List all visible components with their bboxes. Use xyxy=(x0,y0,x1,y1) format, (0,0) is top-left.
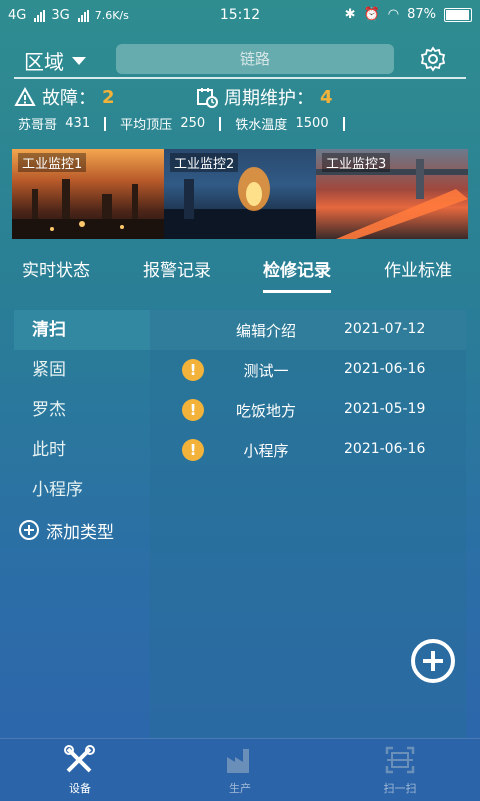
region-label: 区域 xyxy=(24,50,64,74)
add-type-label: 添加类型 xyxy=(46,522,114,543)
stat-value: 250 xyxy=(180,116,206,131)
stat-separator xyxy=(219,116,222,131)
camera-thumbnail[interactable]: 工业监控3 xyxy=(316,149,468,239)
tab-alarm-records[interactable]: 报警记录 xyxy=(143,256,211,281)
fault-count: 2 xyxy=(102,86,115,108)
record-date: 2021-07-12 xyxy=(344,321,426,337)
record-row[interactable]: ! 测试一 2021-06-16 xyxy=(150,350,466,390)
camera-thumbnail[interactable]: 工业监控2 xyxy=(164,149,316,239)
stat-label: 苏哥哥 xyxy=(18,118,58,133)
record-date: 2021-06-16 xyxy=(344,361,426,377)
camera-strip: 工业监控1 工业监控2 工业监控3 xyxy=(12,149,468,239)
scan-icon xyxy=(385,746,415,774)
stat-label: 平均顶压 xyxy=(120,118,173,133)
bottom-nav: 设备 生产 扫一扫 xyxy=(0,738,480,801)
stat-label: 铁水温度 xyxy=(235,118,288,133)
record-name: 吃饭地方 xyxy=(235,402,296,420)
chevron-down-icon xyxy=(72,56,86,65)
camera-label: 工业监控1 xyxy=(18,153,87,172)
tab-label: 报警记录 xyxy=(143,261,211,281)
nav-equipment[interactable]: 设备 xyxy=(40,745,120,796)
record-row[interactable]: 编辑介绍 2021-07-12 xyxy=(150,310,466,350)
fault-item[interactable]: 故障： 2 xyxy=(14,84,115,110)
camera-label: 工业监控3 xyxy=(322,153,391,172)
alarm-icon: ⏰ xyxy=(363,7,380,22)
active-tab-indicator xyxy=(263,290,331,293)
record-date: 2021-06-16 xyxy=(344,441,426,457)
nav-production[interactable]: 生产 xyxy=(200,745,280,796)
add-type-button[interactable]: 添加类型 xyxy=(14,510,150,550)
tab-label: 作业标准 xyxy=(384,261,452,281)
battery-percent: 87% xyxy=(407,7,436,22)
region-dropdown[interactable]: 区域 xyxy=(24,46,86,75)
maintenance-count: 4 xyxy=(320,86,333,108)
maintenance-item[interactable]: 周期维护： 4 xyxy=(196,84,333,110)
record-row[interactable]: ! 吃饭地方 2021-05-19 xyxy=(150,390,466,430)
category-item[interactable]: 清扫 xyxy=(14,310,150,350)
nav-label: 扫一扫 xyxy=(383,782,417,795)
alert-icon: ! xyxy=(182,439,204,461)
status-bar: 4G 3G 7.6K/s 15:12 ✱ ⏰ ◠ 87% xyxy=(0,0,480,32)
stat-separator xyxy=(104,116,107,131)
record-name: 编辑介绍 xyxy=(235,322,296,340)
camera-thumbnail[interactable]: 工业监控1 xyxy=(12,149,164,239)
search-input[interactable]: 链路 xyxy=(116,44,394,74)
tab-work-standards[interactable]: 作业标准 xyxy=(384,256,452,281)
tab-label: 检修记录 xyxy=(263,261,331,281)
bluetooth-icon: ✱ xyxy=(344,7,356,22)
calendar-clock-icon xyxy=(197,88,218,108)
stat-value: 431 xyxy=(65,116,91,131)
tab-maintenance-records[interactable]: 检修记录 xyxy=(263,256,331,293)
tab-label: 实时状态 xyxy=(22,261,90,281)
nav-scan[interactable]: 扫一扫 xyxy=(360,745,440,796)
record-name: 测试一 xyxy=(243,362,289,380)
tools-icon xyxy=(64,745,95,773)
fault-summary: 故障： 2 周期维护： 4 xyxy=(14,84,466,112)
battery-icon xyxy=(444,7,472,22)
top-bar: 区域 链路 xyxy=(0,40,480,78)
plus-circle-icon xyxy=(19,520,39,540)
category-item[interactable]: 此时 xyxy=(14,430,150,470)
record-row[interactable]: ! 小程序 2021-06-16 xyxy=(150,430,466,470)
alert-icon: ! xyxy=(182,359,204,381)
alert-icon: ! xyxy=(182,399,204,421)
wifi-icon: ◠ xyxy=(387,7,400,22)
tab-bar: 实时状态 报警记录 检修记录 作业标准 xyxy=(0,250,480,294)
stats-row: 苏哥哥 431 平均顶压 250 铁水温度 1500 xyxy=(18,114,359,133)
category-item[interactable]: 罗杰 xyxy=(14,390,150,430)
fault-label: 故障： xyxy=(42,88,96,109)
add-record-button[interactable] xyxy=(410,638,456,684)
nav-label: 设备 xyxy=(69,782,91,795)
maintenance-label: 周期维护： xyxy=(224,88,314,109)
warning-icon xyxy=(14,87,36,106)
stat-value: 1500 xyxy=(295,116,329,131)
camera-label: 工业监控2 xyxy=(170,153,239,172)
factory-icon xyxy=(227,749,249,773)
record-name: 小程序 xyxy=(243,442,289,460)
gear-icon[interactable] xyxy=(420,46,446,72)
record-date: 2021-05-19 xyxy=(344,401,426,417)
header-divider xyxy=(14,77,466,79)
stat-separator xyxy=(342,116,345,131)
category-list: 清扫 紧固 罗杰 此时 小程序 添加类型 xyxy=(14,310,150,738)
nav-label: 生产 xyxy=(229,782,251,795)
tab-realtime-status[interactable]: 实时状态 xyxy=(22,256,90,281)
maintenance-panel: 清扫 紧固 罗杰 此时 小程序 添加类型 编辑介绍 2021-07-12 ! 测… xyxy=(14,310,466,738)
category-item[interactable]: 小程序 xyxy=(14,470,150,510)
category-item[interactable]: 紧固 xyxy=(14,350,150,390)
